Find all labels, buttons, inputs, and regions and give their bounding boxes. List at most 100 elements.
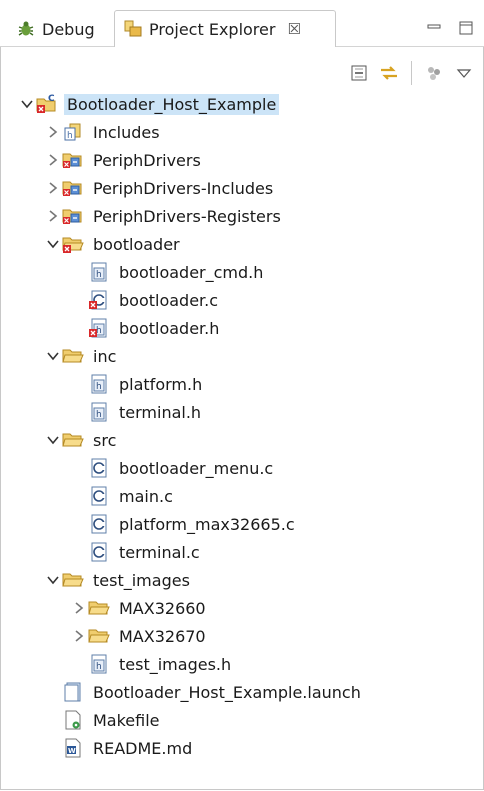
tree-item-label: terminal.h <box>119 402 202 422</box>
bug-icon <box>16 19 36 39</box>
word-doc-icon: W <box>62 737 84 759</box>
chevron-right-icon[interactable] <box>44 118 62 146</box>
tree-item-label: test_images.h <box>119 654 232 674</box>
chevron-right-icon[interactable] <box>70 622 88 650</box>
svg-text:h: h <box>96 662 102 672</box>
c-file-icon <box>88 457 110 479</box>
header-file-icon: h <box>88 401 110 423</box>
linked-folder-icon <box>62 205 84 227</box>
tree-item-label: bootloader <box>93 234 180 254</box>
view-tab-bar: Debug Project Explorer ☒ <box>0 0 484 47</box>
tree-item-main-c[interactable]: main.c <box>70 482 176 510</box>
c-file-icon <box>88 541 110 563</box>
tree-item-label: MAX32660 <box>119 598 206 618</box>
tree-item-label: bootloader_menu.c <box>119 458 274 478</box>
tree-item-periphdrivers[interactable]: PeriphDrivers <box>44 146 204 174</box>
tree-item-label: PeriphDrivers <box>93 150 201 170</box>
minimize-icon[interactable] <box>426 20 442 36</box>
collapse-all-icon[interactable] <box>347 61 371 85</box>
tree-item-label: src <box>93 430 117 450</box>
c-project-icon: C <box>36 93 58 115</box>
tree-item-src[interactable]: src <box>44 426 119 454</box>
tree-item-label: platform.h <box>119 374 203 394</box>
view-menu-icon[interactable] <box>452 61 476 85</box>
view-toolbar <box>347 58 476 88</box>
tree-item-label: inc <box>93 346 117 366</box>
focus-icon[interactable] <box>422 61 446 85</box>
tree-item-bootloader-host-example-launch[interactable]: Bootloader_Host_Example.launch <box>44 678 364 706</box>
tree-item-label: bootloader.h <box>119 318 220 338</box>
tree-item-max32670[interactable]: MAX32670 <box>70 622 209 650</box>
tree-item-platform-max32665-c[interactable]: platform_max32665.c <box>70 510 298 538</box>
launch-file-icon <box>62 681 84 703</box>
chevron-down-icon[interactable] <box>44 426 62 454</box>
tree-item-terminal-h[interactable]: h terminal.h <box>70 398 204 426</box>
tree-item-readme-md[interactable]: W README.md <box>44 734 195 762</box>
chevron-right-icon[interactable] <box>44 202 62 230</box>
tree-item-test-images[interactable]: test_images <box>44 566 193 594</box>
folder-open-icon <box>88 625 110 647</box>
tree-item-test-images-h[interactable]: h test_images.h <box>70 650 234 678</box>
chevron-right-icon[interactable] <box>70 594 88 622</box>
svg-text:C: C <box>48 94 55 104</box>
tree-item-makefile[interactable]: Makefile <box>44 706 163 734</box>
chevron-down-icon[interactable] <box>44 230 62 258</box>
tree-item-bootloader-host-example[interactable]: C Bootloader_Host_Example <box>18 90 280 118</box>
chevron-right-icon[interactable] <box>44 174 62 202</box>
svg-text:h: h <box>96 382 102 392</box>
tree-item-max32660[interactable]: MAX32660 <box>70 594 209 622</box>
tree-item-label: terminal.c <box>119 542 200 562</box>
tree-item-label: MAX32670 <box>119 626 206 646</box>
tab-project-explorer[interactable]: Project Explorer ☒ <box>114 10 336 47</box>
toolbar-separator <box>411 61 412 85</box>
tree-item-includes[interactable]: h Includes <box>44 118 163 146</box>
tree-item-inc[interactable]: inc <box>44 342 119 370</box>
link-with-editor-icon[interactable] <box>377 61 401 85</box>
tree-item-terminal-c[interactable]: terminal.c <box>70 538 203 566</box>
tree-item-label: platform_max32665.c <box>119 514 295 534</box>
svg-text:h: h <box>96 270 102 280</box>
tree-item-label: test_images <box>93 570 190 590</box>
folder-open-icon <box>88 597 110 619</box>
header-file-icon: h <box>88 261 110 283</box>
maximize-icon[interactable] <box>458 20 474 36</box>
header-file-icon: h <box>88 373 110 395</box>
c-file-error-icon <box>88 289 110 311</box>
tree-item-bootloader-menu-c[interactable]: bootloader_menu.c <box>70 454 276 482</box>
project-explorer-icon <box>123 19 143 39</box>
tree-item-bootloader-c[interactable]: bootloader.c <box>70 286 221 314</box>
svg-text:W: W <box>68 747 76 755</box>
includes-icon: h <box>62 121 84 143</box>
tree-item-label: Makefile <box>93 710 160 730</box>
tree-item-bootloader-cmd-h[interactable]: h bootloader_cmd.h <box>70 258 266 286</box>
svg-text:h: h <box>67 131 73 141</box>
chevron-right-icon[interactable] <box>44 146 62 174</box>
folder-open-icon <box>62 345 84 367</box>
c-file-icon <box>88 485 110 507</box>
tab-debug[interactable]: Debug <box>6 12 112 46</box>
tree-item-bootloader-h[interactable]: h bootloader.h <box>70 314 222 342</box>
linked-folder-icon <box>62 177 84 199</box>
svg-text:h: h <box>96 410 102 420</box>
tree-item-platform-h[interactable]: h platform.h <box>70 370 205 398</box>
tree-item-label: Includes <box>93 122 160 142</box>
chevron-down-icon[interactable] <box>18 90 36 118</box>
chevron-down-icon[interactable] <box>44 566 62 594</box>
close-tab-icon[interactable]: ☒ <box>287 20 300 38</box>
tree-item-periphdrivers-includes[interactable]: PeriphDrivers-Includes <box>44 174 276 202</box>
tree-item-label: Bootloader_Host_Example.launch <box>93 682 361 702</box>
tree-item-label: PeriphDrivers-Includes <box>93 178 274 198</box>
tree-item-bootloader[interactable]: bootloader <box>44 230 183 258</box>
tree-item-label: Bootloader_Host_Example <box>64 93 280 115</box>
tree-item-label: bootloader.c <box>119 290 219 310</box>
chevron-down-icon[interactable] <box>44 342 62 370</box>
tree-item-periphdrivers-registers[interactable]: PeriphDrivers-Registers <box>44 202 284 230</box>
